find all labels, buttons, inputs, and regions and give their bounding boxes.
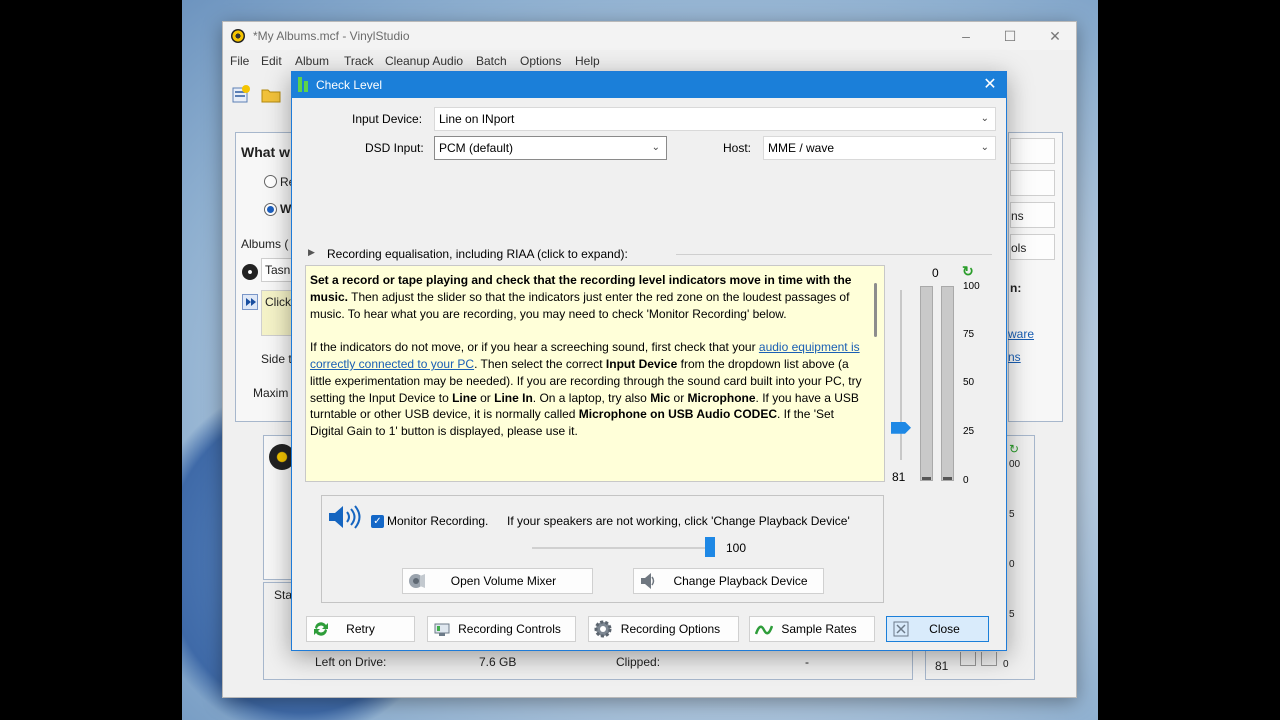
monitor-recording-checkbox[interactable]: ✓ <box>371 515 384 528</box>
expand-arrow-icon[interactable]: ▶ <box>308 247 315 258</box>
monitor-recording-hint: If your speakers are not working, click … <box>507 514 850 528</box>
change-playback-device-button[interactable]: Change Playback Device <box>633 568 824 594</box>
dialog-titlebar: Check Level ✕ <box>292 72 1006 98</box>
right-button-1[interactable] <box>1010 138 1055 164</box>
speaker-icon <box>327 504 361 533</box>
album-disc-icon <box>242 264 258 280</box>
right-tick-75: 5 <box>1009 509 1015 520</box>
right-tick-25: 5 <box>1009 609 1015 620</box>
record-radio[interactable] <box>264 175 277 188</box>
maximum-label: Maxim <box>253 386 289 400</box>
clipped-value: - <box>805 655 809 669</box>
close-window-icon[interactable]: ✕ <box>1040 26 1070 46</box>
right-meter-bar-2 <box>981 652 997 666</box>
minimize-icon[interactable]: – <box>951 26 981 46</box>
main-titlebar: *My Albums.mcf - VinylStudio – ☐ ✕ <box>223 22 1076 50</box>
right-reset-icon[interactable]: ↻ <box>1009 442 1019 456</box>
vinylstudio-app-icon <box>231 29 245 43</box>
level-tick-75: 75 <box>963 329 975 340</box>
chevron-down-icon: ⌄ <box>980 113 989 124</box>
input-device-select[interactable]: Line on INport ⌄ <box>434 107 996 131</box>
right-link-2[interactable]: ns <box>1008 350 1021 364</box>
right-tick-0: 0 <box>1003 659 1009 670</box>
wave-radio[interactable] <box>264 203 277 216</box>
dialog-close-icon[interactable]: ✕ <box>980 75 1000 95</box>
clipped-label: Clipped: <box>616 655 661 669</box>
open-folder-icon[interactable] <box>260 84 282 104</box>
right-button-4[interactable]: ols <box>1010 234 1055 260</box>
main-window-title: *My Albums.mcf - VinylStudio <box>253 29 410 43</box>
chevron-down-icon: ⌄ <box>980 142 989 153</box>
maximize-icon[interactable]: ☐ <box>995 26 1025 46</box>
menu-track[interactable]: Track <box>344 54 374 68</box>
level-tick-0: 0 <box>963 475 969 486</box>
help-intro-text: Then adjust the slider so that the indic… <box>310 289 850 321</box>
level-tick-25: 25 <box>963 426 975 437</box>
monitor-recording-label: Monitor Recording. <box>387 514 489 528</box>
menu-edit[interactable]: Edit <box>261 54 282 68</box>
right-tick-100: 00 <box>1009 459 1021 470</box>
what-heading: What w <box>241 144 290 160</box>
close-button[interactable]: Close <box>886 616 989 642</box>
gain-value: 81 <box>892 470 906 484</box>
wave-radio-label: W <box>280 202 292 216</box>
left-on-drive-label: Left on Drive: <box>315 655 387 669</box>
menu-file[interactable]: File <box>230 54 249 68</box>
help-text-box: Set a record or tape playing and check t… <box>305 265 885 482</box>
sample-rates-button[interactable]: Sample Rates <box>749 616 875 642</box>
volume-value: 100 <box>726 541 747 555</box>
volume-slider-track[interactable] <box>532 547 710 549</box>
right-button-2[interactable] <box>1010 170 1055 196</box>
start-label: Sta <box>274 588 293 602</box>
recording-controls-button[interactable]: Recording Controls <box>427 616 576 642</box>
albums-label: Albums ( <box>241 237 289 251</box>
click-field[interactable]: Click <box>261 290 293 336</box>
volume-slider-thumb[interactable] <box>705 537 715 557</box>
right-meter-value: 81 <box>935 659 949 673</box>
open-volume-mixer-button[interactable]: Open Volume Mixer <box>402 568 593 594</box>
right-meter-bar-1 <box>960 652 976 666</box>
level-tick-100: 100 <box>963 281 980 292</box>
right-tick-50: 0 <box>1009 559 1015 570</box>
recording-options-button[interactable]: Recording Options <box>588 616 739 642</box>
new-album-icon[interactable] <box>230 84 252 104</box>
level-peak-value: 0 <box>932 266 939 280</box>
dialog-title: Check Level <box>316 78 383 92</box>
eq-divider <box>676 254 992 255</box>
side-label: Side t <box>261 352 292 366</box>
dsd-input-select[interactable]: PCM (default) ⌄ <box>434 136 667 160</box>
input-device-label: Input Device: <box>352 112 423 126</box>
right-colon-label: n: <box>1010 281 1022 295</box>
dsd-input-label: DSD Input: <box>365 141 424 155</box>
menu-help[interactable]: Help <box>575 54 600 68</box>
album-field[interactable]: Tasn <box>261 258 293 282</box>
right-button-3[interactable]: ns <box>1010 202 1055 228</box>
right-link-1[interactable]: ware <box>1008 327 1034 341</box>
gain-slider-track[interactable] <box>900 290 902 460</box>
host-select[interactable]: MME / wave ⌄ <box>763 136 996 160</box>
retry-button[interactable]: Retry <box>306 616 415 642</box>
menu-options[interactable]: Options <box>520 54 561 68</box>
help-scrollbar[interactable] <box>874 283 877 337</box>
check-level-dialog: Check Level ✕ Input Device: Line on INpo… <box>291 71 1007 651</box>
monitor-recording-group: ✓ Monitor Recording. If your speakers ar… <box>321 495 884 603</box>
menu-cleanup-audio[interactable]: Cleanup Audio <box>385 54 463 68</box>
left-on-drive-value: 7.6 GB <box>479 655 517 669</box>
level-tick-50: 50 <box>963 377 975 388</box>
reset-peak-icon[interactable]: ↻ <box>962 263 974 280</box>
host-label: Host: <box>723 141 752 155</box>
level-meter-icon <box>298 77 310 92</box>
recording-equalisation-expander[interactable]: Recording equalisation, including RIAA (… <box>327 247 628 261</box>
menu-bar: File Edit Album Track Cleanup Audio Batc… <box>223 50 1076 72</box>
level-meter-left <box>920 286 933 481</box>
chevron-down-icon: ⌄ <box>651 142 660 153</box>
gain-slider-thumb[interactable] <box>891 421 911 434</box>
menu-batch[interactable]: Batch <box>476 54 507 68</box>
level-meter-right <box>941 286 954 481</box>
menu-album[interactable]: Album <box>295 54 329 68</box>
track-list-icon <box>242 294 258 310</box>
